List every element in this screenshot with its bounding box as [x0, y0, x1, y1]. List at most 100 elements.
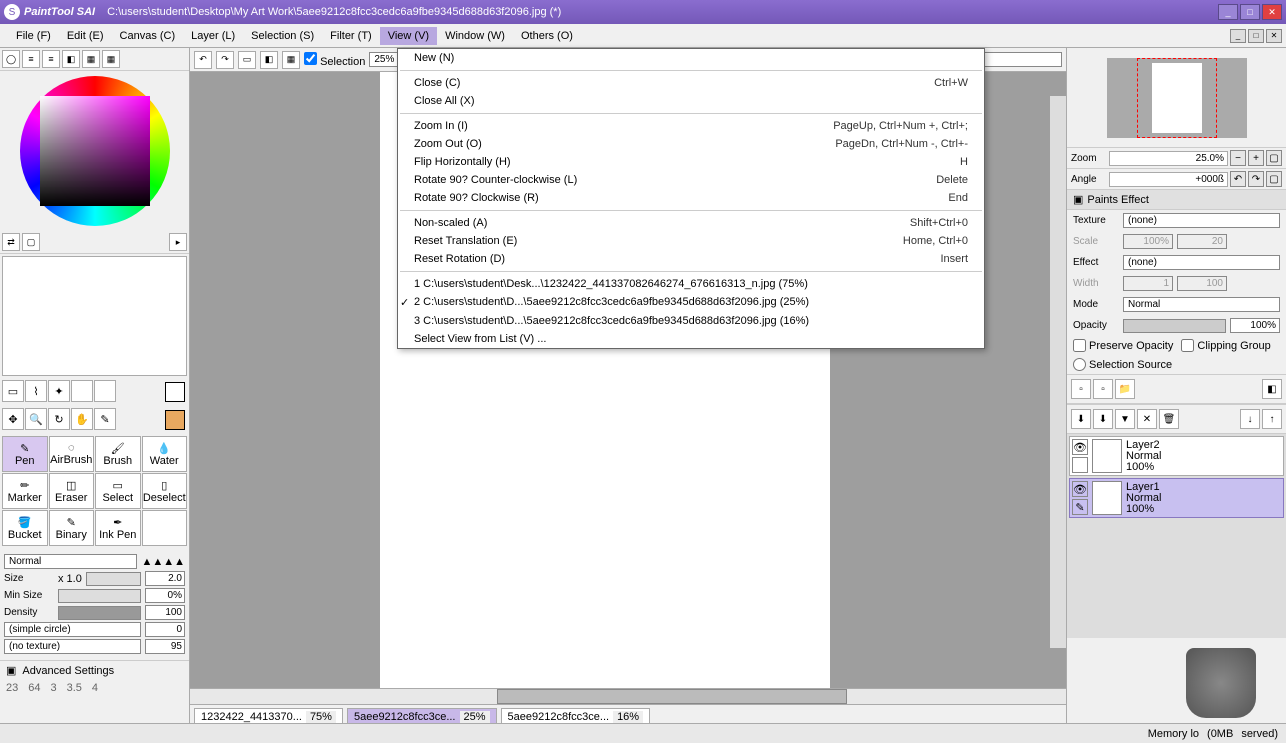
menu-item-doc1[interactable]: 1 C:\users\student\Desk...\1232422_44133… [398, 275, 984, 293]
edit-icon[interactable]: ✎ [1072, 499, 1088, 515]
bg-color-swatch[interactable] [165, 410, 185, 430]
tool-empty[interactable] [142, 510, 188, 546]
texture-select[interactable]: (none) [1123, 213, 1280, 228]
tool-inkpen[interactable]: ✒Ink Pen [95, 510, 141, 546]
tool-airbrush[interactable]: ◌AirBrush [49, 436, 95, 472]
selection-source-radio[interactable]: Selection Source [1073, 358, 1172, 371]
apply-mask-icon[interactable]: ↓ [1240, 409, 1260, 429]
fg-bg-colors[interactable] [163, 380, 187, 404]
menu-canvas[interactable]: Canvas (C) [112, 27, 184, 45]
brush-texture-select[interactable]: (no texture) [4, 639, 141, 654]
menu-others[interactable]: Others (O) [513, 27, 581, 45]
tool-marker[interactable]: ✏Marker [2, 473, 48, 509]
move-icon[interactable]: ✥ [2, 408, 24, 430]
menu-view[interactable]: View (V) [380, 27, 437, 45]
mask-icon[interactable]: ◧ [1262, 379, 1282, 399]
flatten-icon[interactable]: ▼ [1115, 409, 1135, 429]
lock-icon[interactable] [1072, 457, 1088, 473]
zoom-value[interactable]: 25.0% [1109, 151, 1228, 166]
zoom-out-button[interactable]: − [1230, 150, 1246, 166]
menu-item-zoom-out[interactable]: Zoom Out (O)PageDn, Ctrl+Num -, Ctrl+- [398, 135, 984, 153]
layer-item[interactable]: 👁✎ Layer1Normal100% [1069, 478, 1284, 518]
angle-value[interactable]: +000ß [1109, 172, 1228, 187]
menu-item-new[interactable]: New (N) [398, 49, 984, 67]
menu-edit[interactable]: Edit (E) [59, 27, 112, 45]
doc-minimize-button[interactable]: _ [1230, 29, 1246, 43]
minsize-slider[interactable] [58, 589, 141, 603]
minsize-value[interactable]: 0% [145, 588, 185, 603]
menu-file[interactable]: File (F) [8, 27, 59, 45]
menu-item-nonscaled[interactable]: Non-scaled (A)Shift+Ctrl+0 [398, 214, 984, 232]
menu-item-doc3[interactable]: 3 C:\users\student\D...\5aee9212c8fcc3ce… [398, 312, 984, 330]
tool-binary[interactable]: ✎Binary [49, 510, 95, 546]
rect-select-icon[interactable]: ▭ [2, 380, 24, 402]
show-sel-icon[interactable]: ▦ [282, 51, 300, 69]
rotate-right-button[interactable]: ↷ [1248, 171, 1264, 187]
density-slider[interactable] [58, 606, 141, 620]
scratchpad[interactable] [2, 256, 187, 376]
menu-filter[interactable]: Filter (T) [322, 27, 380, 45]
menu-item-reset-translation[interactable]: Reset Translation (E)Home, Ctrl+0 [398, 232, 984, 250]
invert-icon[interactable]: ◧ [260, 51, 278, 69]
transfer-down-icon[interactable]: ⬇ [1071, 409, 1091, 429]
menu-selection[interactable]: Selection (S) [243, 27, 322, 45]
blank-tool-2[interactable] [94, 380, 116, 402]
expand-icon[interactable]: ▣ [6, 664, 16, 677]
menu-item-rotate-cw[interactable]: Rotate 90? Clockwise (R)End [398, 189, 984, 207]
clear-icon[interactable]: ✕ [1137, 409, 1157, 429]
density-value[interactable]: 100 [145, 605, 185, 620]
tool-deselect[interactable]: ▯Deselect [142, 473, 188, 509]
advanced-settings[interactable]: Advanced Settings [22, 665, 114, 677]
tool-eraser[interactable]: ◫Eraser [49, 473, 95, 509]
menu-item-select-from-list[interactable]: Select View from List (V) ... [398, 330, 984, 348]
brush-shape-select[interactable]: (simple circle) [4, 622, 141, 637]
visibility-icon[interactable]: 👁 [1072, 481, 1088, 497]
layer-item[interactable]: 👁 Layer2Normal100% [1069, 436, 1284, 476]
menu-layer[interactable]: Layer (L) [183, 27, 243, 45]
new-linework-icon[interactable]: ▫ [1093, 379, 1113, 399]
tool-bucket[interactable]: 🪣Bucket [2, 510, 48, 546]
tool-water[interactable]: 💧Water [142, 436, 188, 472]
merge-down-icon[interactable]: ⬇ [1093, 409, 1113, 429]
tool-pen[interactable]: ✎Pen [2, 436, 48, 472]
clipping-group-checkbox[interactable]: Clipping Group [1181, 339, 1270, 352]
navigator[interactable] [1067, 48, 1286, 148]
menu-item-close-all[interactable]: Close All (X) [398, 92, 984, 110]
menu-window[interactable]: Window (W) [437, 27, 513, 45]
doc-restore-button[interactable]: □ [1248, 29, 1264, 43]
preserve-opacity-checkbox[interactable]: Preserve Opacity [1073, 339, 1173, 352]
deselect-icon[interactable]: ▭ [238, 51, 256, 69]
color-hsv-icon[interactable]: ≡ [42, 50, 60, 68]
new-layer-icon[interactable]: ▫ [1071, 379, 1091, 399]
rotate-icon[interactable]: ↻ [48, 408, 70, 430]
new-folder-icon[interactable]: 📁 [1115, 379, 1135, 399]
menu-item-zoom-in[interactable]: Zoom In (I)PageUp, Ctrl+Num +, Ctrl+; [398, 117, 984, 135]
wand-icon[interactable]: ✦ [48, 380, 70, 402]
menu-item-flip-h[interactable]: Flip Horizontally (H)H [398, 153, 984, 171]
rotate-reset-button[interactable]: ▢ [1266, 171, 1282, 187]
trash-icon[interactable] [1186, 648, 1256, 718]
close-button[interactable]: ✕ [1262, 4, 1282, 20]
vertical-scrollbar[interactable] [1050, 96, 1066, 648]
size-value[interactable]: 2.0 [145, 571, 185, 586]
selection-checkbox[interactable]: Selection [304, 52, 365, 68]
blank-tool[interactable] [71, 380, 93, 402]
color-wheel[interactable] [0, 71, 189, 231]
color-wheel-icon[interactable]: ◯ [2, 50, 20, 68]
effect-select[interactable]: (none) [1123, 255, 1280, 270]
opacity-value[interactable]: 100% [1230, 318, 1280, 333]
zoom-in-button[interactable]: + [1248, 150, 1264, 166]
undo-icon[interactable]: ↶ [194, 51, 212, 69]
scratchpad-icon[interactable]: ▦ [102, 50, 120, 68]
doc-close-button[interactable]: ✕ [1266, 29, 1282, 43]
menu-item-doc2[interactable]: ✓2 C:\users\student\D...\5aee9212c8fcc3c… [398, 293, 984, 312]
visibility-icon[interactable]: 👁 [1072, 439, 1088, 455]
menu-item-close[interactable]: Close (C)Ctrl+W [398, 74, 984, 92]
hand-icon[interactable]: ✋ [71, 408, 93, 430]
lasso-icon[interactable]: ⌇ [25, 380, 47, 402]
delete-layer-icon[interactable]: 🗑 [1159, 409, 1179, 429]
transparent-icon[interactable]: ▢ [22, 233, 40, 251]
redo-icon[interactable]: ↷ [216, 51, 234, 69]
minimize-button[interactable]: _ [1218, 4, 1238, 20]
zoom-reset-button[interactable]: ▢ [1266, 150, 1282, 166]
